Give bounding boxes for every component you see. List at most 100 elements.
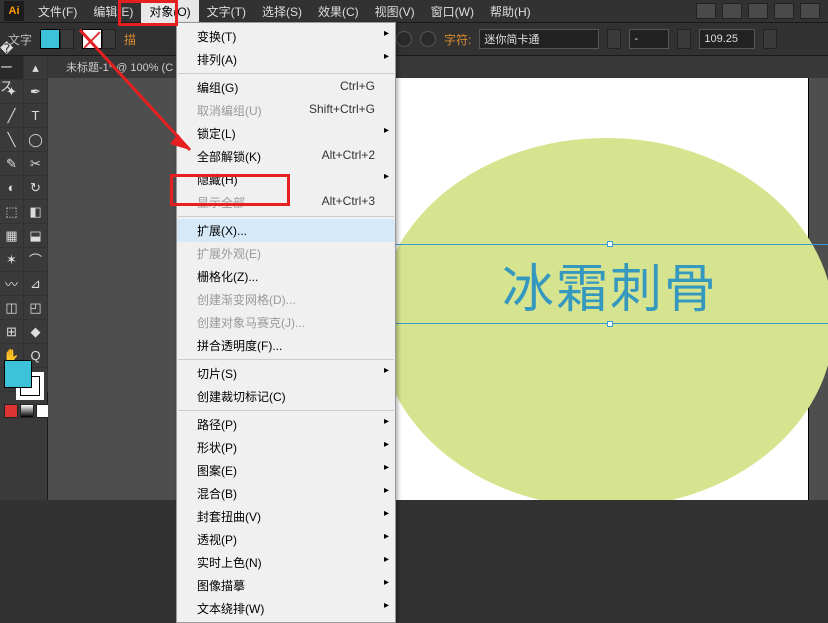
- tool-button[interactable]: ╲: [0, 128, 24, 152]
- font-label: 字符:: [444, 31, 471, 48]
- menu-item-label: 图像描摹: [197, 577, 245, 594]
- tool-button[interactable]: ⌒: [24, 248, 48, 272]
- menu-item[interactable]: 帮助(H): [482, 0, 539, 23]
- menu-item[interactable]: 效果(C): [310, 0, 367, 23]
- menu-item[interactable]: 路径(P): [177, 413, 395, 436]
- tool-button[interactable]: ◰: [24, 296, 48, 320]
- text-object[interactable]: 冰霜刺骨: [376, 244, 828, 324]
- menu-item[interactable]: 锁定(L): [177, 122, 395, 145]
- fill-stroke-control[interactable]: [4, 360, 44, 400]
- tool-button[interactable]: ↻: [24, 176, 48, 200]
- tool-button[interactable]: ✶: [0, 248, 24, 272]
- object-menu-dropdown: 变换(T)排列(A)编组(G)Ctrl+G取消编组(U)Shift+Ctrl+G…: [176, 22, 396, 623]
- menu-item[interactable]: 变换(T): [177, 25, 395, 48]
- color-mode-icon[interactable]: [4, 404, 18, 418]
- fill-dropdown[interactable]: [40, 29, 74, 49]
- menu-separator: [178, 216, 394, 217]
- menu-item-label: 锁定(L): [197, 125, 236, 142]
- tool-button[interactable]: ⊞: [0, 320, 24, 344]
- menubar-icon-5[interactable]: [800, 3, 820, 19]
- selection-handle[interactable]: [607, 321, 613, 327]
- tool-button[interactable]: ⊿: [24, 272, 48, 296]
- menu-item: 扩展外观(E): [177, 242, 395, 265]
- document-tabs: 未标题-1* @ 100% (C: [0, 56, 828, 78]
- menu-item[interactable]: 栅格化(Z)...: [177, 265, 395, 288]
- tool-button[interactable]: ◧: [24, 200, 48, 224]
- gradient-mode-icon[interactable]: [20, 404, 34, 418]
- menu-item[interactable]: 编辑(E): [85, 0, 141, 23]
- menu-item[interactable]: 选择(S): [254, 0, 310, 23]
- tool-button[interactable]: ▦: [0, 224, 24, 248]
- menu-item-label: 扩展外观(E): [197, 245, 261, 262]
- menu-separator: [178, 359, 394, 360]
- canvas-area[interactable]: 冰霜刺骨: [48, 78, 828, 500]
- chevron-down-icon[interactable]: [677, 29, 691, 49]
- tool-button[interactable]: ◯: [24, 128, 48, 152]
- tool-button[interactable]: ◆: [24, 320, 48, 344]
- tool-button[interactable]: ✎: [0, 152, 24, 176]
- menu-item-label: 全部解锁(K): [197, 148, 261, 165]
- menu-separator: [178, 73, 394, 74]
- menubar-icon-1[interactable]: [696, 3, 716, 19]
- tool-button[interactable]: ✂: [24, 152, 48, 176]
- tool-button[interactable]: ✦: [0, 80, 24, 104]
- menu-separator: [178, 410, 394, 411]
- tool-button[interactable]: �ース: [0, 56, 24, 80]
- menu-shortcut: Alt+Ctrl+3: [322, 194, 375, 211]
- document-tab[interactable]: 未标题-1* @ 100% (C: [60, 56, 179, 78]
- tool-button[interactable]: ◫: [0, 296, 24, 320]
- menu-item-label: 图案(E): [197, 462, 237, 479]
- menu-item[interactable]: 切片(S): [177, 362, 395, 385]
- font-family-field[interactable]: 迷你简卡通: [479, 29, 599, 49]
- tool-button[interactable]: ⬚: [0, 200, 24, 224]
- font-size-field[interactable]: 109.25: [699, 29, 755, 49]
- menubar-icon-2[interactable]: [722, 3, 742, 19]
- tool-button[interactable]: ╱: [0, 104, 24, 128]
- menu-item[interactable]: 文本绕排(W): [177, 597, 395, 620]
- chevron-down-icon[interactable]: [763, 29, 777, 49]
- menu-item-label: 扩展(X)...: [197, 222, 247, 239]
- tool-button[interactable]: ⬓: [24, 224, 48, 248]
- menu-item[interactable]: 混合(B): [177, 482, 395, 505]
- menu-item[interactable]: 排列(A): [177, 48, 395, 71]
- tool-button[interactable]: 〰: [0, 272, 24, 296]
- menu-item[interactable]: 隐藏(H): [177, 168, 395, 191]
- menu-item[interactable]: 图案(E): [177, 459, 395, 482]
- menu-item[interactable]: 形状(P): [177, 436, 395, 459]
- menu-item-label: 取消编组(U): [197, 102, 262, 119]
- menu-item-label: 隐藏(H): [197, 171, 238, 188]
- tool-button[interactable]: ▴: [24, 56, 48, 80]
- menu-item[interactable]: 全部解锁(K) Alt+Ctrl+2: [177, 145, 395, 168]
- tool-button[interactable]: T: [24, 104, 48, 128]
- chevron-down-icon[interactable]: [607, 29, 621, 49]
- font-style-field[interactable]: -: [629, 29, 669, 49]
- menu-bar: Ai 文件(F)编辑(E)对象(O)文字(T)选择(S)效果(C)视图(V)窗口…: [0, 0, 828, 22]
- menu-item[interactable]: 视图(V): [367, 0, 423, 23]
- tool-button[interactable]: ✒: [24, 80, 48, 104]
- menu-item[interactable]: 窗口(W): [423, 0, 482, 23]
- menu-item[interactable]: 扩展(X)...: [177, 219, 395, 242]
- menu-item: 创建渐变网格(D)...: [177, 288, 395, 311]
- menu-item-label: 创建裁切标记(C): [197, 388, 286, 405]
- menu-item-label: 封套扭曲(V): [197, 508, 261, 525]
- menu-item[interactable]: 文件(F): [30, 0, 85, 23]
- circle-icon[interactable]: [420, 31, 436, 47]
- menu-item[interactable]: 创建裁切标记(C): [177, 385, 395, 408]
- menu-item-label: 混合(B): [197, 485, 237, 502]
- chevron-down-icon: [102, 29, 116, 49]
- menu-item[interactable]: 实时上色(N): [177, 551, 395, 574]
- menubar-icon-4[interactable]: [774, 3, 794, 19]
- menu-item[interactable]: 封套扭曲(V): [177, 505, 395, 528]
- menu-item[interactable]: 图像描摹: [177, 574, 395, 597]
- stroke-dropdown[interactable]: [82, 29, 116, 49]
- menu-item[interactable]: 拼合透明度(F)...: [177, 334, 395, 357]
- menubar-icon-3[interactable]: [748, 3, 768, 19]
- tool-button[interactable]: ◐: [0, 176, 24, 200]
- menu-item[interactable]: 对象(O): [141, 0, 198, 23]
- selection-handle[interactable]: [607, 241, 613, 247]
- circle-icon[interactable]: [396, 31, 412, 47]
- menu-item[interactable]: 透视(P): [177, 528, 395, 551]
- menu-item[interactable]: 文字(T): [199, 0, 254, 23]
- menu-item[interactable]: 编组(G)Ctrl+G: [177, 76, 395, 99]
- menu-shortcut: Alt+Ctrl+2: [322, 148, 375, 165]
